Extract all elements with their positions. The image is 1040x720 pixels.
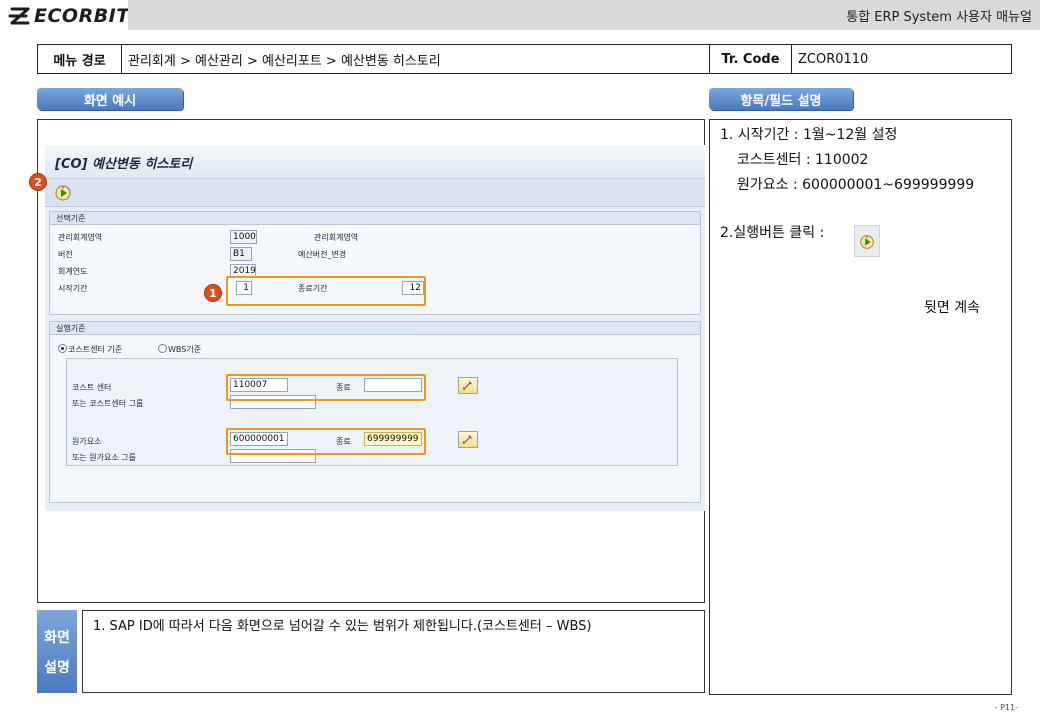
selection-criteria-group: 선택기준 관리회계영역 1000 관리회계영역 버전 B1 예산버전_변경 회계… — [49, 211, 701, 315]
cost-center-label: 코스트 센터 — [72, 383, 112, 392]
execution-criteria-title: 실행기준 — [50, 322, 700, 335]
manual-title: 통합 ERP System 사용자 매뉴얼 — [846, 10, 1032, 25]
field-description-panel: 1. 시작기간 : 1월~12월 설정 코스트센터 : 110002 원가요소 … — [709, 119, 1012, 695]
tr-code-value: ZCOR0110 — [798, 51, 869, 67]
cost-element-multi-select-icon[interactable] — [458, 431, 478, 448]
step-2-badge: 2 — [29, 173, 47, 191]
field-description-tab: 항목/필드 설명 — [709, 88, 853, 110]
field-desc-line-2: 코스트센터 : 110002 — [737, 152, 869, 168]
screen-example-panel: [CO] 예산변동 히스토리 선택기준 관리회계영역 1000 관리회계영역 버… — [29, 119, 705, 603]
field-desc-line-3: 원가요소 : 600000001~699999999 — [737, 177, 975, 193]
screen-description-box: 1. SAP ID에 따라서 다음 화면으로 넘어갈 수 있는 범위가 제한됩니… — [82, 610, 705, 693]
logo-text: ECORBIT — [34, 5, 130, 27]
screen-desc-tab-line-1: 화면 — [44, 629, 70, 646]
page-number: - P11- — [994, 703, 1018, 712]
sap-screen: [CO] 예산변동 히스토리 선택기준 관리회계영역 1000 관리회계영역 버… — [45, 145, 705, 511]
sap-toolbar — [45, 179, 705, 207]
start-period-label: 시작기간 — [58, 284, 88, 293]
controlling-area-field[interactable]: 1000 — [230, 230, 257, 244]
step-1-badge: 1 — [204, 284, 222, 302]
ecorbit-logo-icon — [8, 7, 30, 25]
menu-path-value: 관리회계 > 예산관리 > 예산리포트 > 예산변동 히스토리 — [122, 45, 710, 73]
continued-on-back: 뒷면 계속 — [924, 300, 980, 316]
version-label: 버전 — [58, 250, 73, 259]
controlling-area-desc: 관리회계영역 — [314, 233, 359, 242]
screen-description-tab: 화면 설명 — [37, 610, 77, 693]
manual-title-bar: 통합 ERP System 사용자 매뉴얼 — [128, 0, 1040, 30]
cost-center-highlight-box — [226, 374, 426, 401]
execution-criteria-group: 실행기준 코스트센터 기준 WBS기준 코스트 센터 110007 종료 또는 … — [49, 321, 701, 503]
execute-button-sample — [854, 225, 880, 257]
cost-center-radio-label: 코스트센터 기준 — [68, 345, 123, 354]
screen-desc-tab-line-2: 설명 — [44, 659, 70, 676]
fiscal-year-label: 회계연도 — [58, 267, 88, 276]
sap-title-bar: [CO] 예산변동 히스토리 — [45, 145, 705, 179]
cost-center-multi-select-icon[interactable] — [458, 377, 478, 394]
sap-screen-title: [CO] 예산변동 히스토리 — [55, 157, 193, 172]
tr-code-label: Tr. Code — [710, 45, 792, 73]
version-field[interactable]: B1 — [230, 247, 252, 261]
ecorbit-logo: ECORBIT — [8, 4, 130, 28]
field-desc-line-4: 2.실행버튼 클릭 : — [720, 225, 825, 241]
controlling-area-label: 관리회계영역 — [58, 233, 103, 242]
cost-center-group-label: 또는 코스트센터 그룹 — [72, 399, 144, 408]
wbs-radio[interactable] — [158, 344, 167, 353]
menu-path-table: 메뉴 경로 관리회계 > 예산관리 > 예산리포트 > 예산변동 히스토리 Tr… — [37, 44, 1012, 74]
version-desc: 예산버전_변경 — [298, 250, 347, 259]
screen-description-text: 1. SAP ID에 따라서 다음 화면으로 넘어갈 수 있는 범위가 제한됩니… — [93, 619, 592, 634]
period-highlight-box — [226, 276, 426, 306]
selection-criteria-title: 선택기준 — [50, 212, 700, 225]
cost-element-label: 원가요소 — [72, 437, 102, 446]
menu-path-label: 메뉴 경로 — [38, 45, 122, 73]
wbs-radio-label: WBS기준 — [168, 345, 202, 354]
execute-icon[interactable] — [53, 183, 73, 203]
cost-center-radio[interactable] — [58, 344, 67, 353]
screen-example-tab: 화면 예시 — [37, 88, 183, 110]
execute-icon — [860, 235, 874, 249]
field-desc-line-1: 1. 시작기간 : 1월~12월 설정 — [720, 127, 898, 143]
cost-element-group-label: 또는 원가요소 그룹 — [72, 453, 136, 462]
cost-element-highlight-box — [226, 428, 426, 455]
